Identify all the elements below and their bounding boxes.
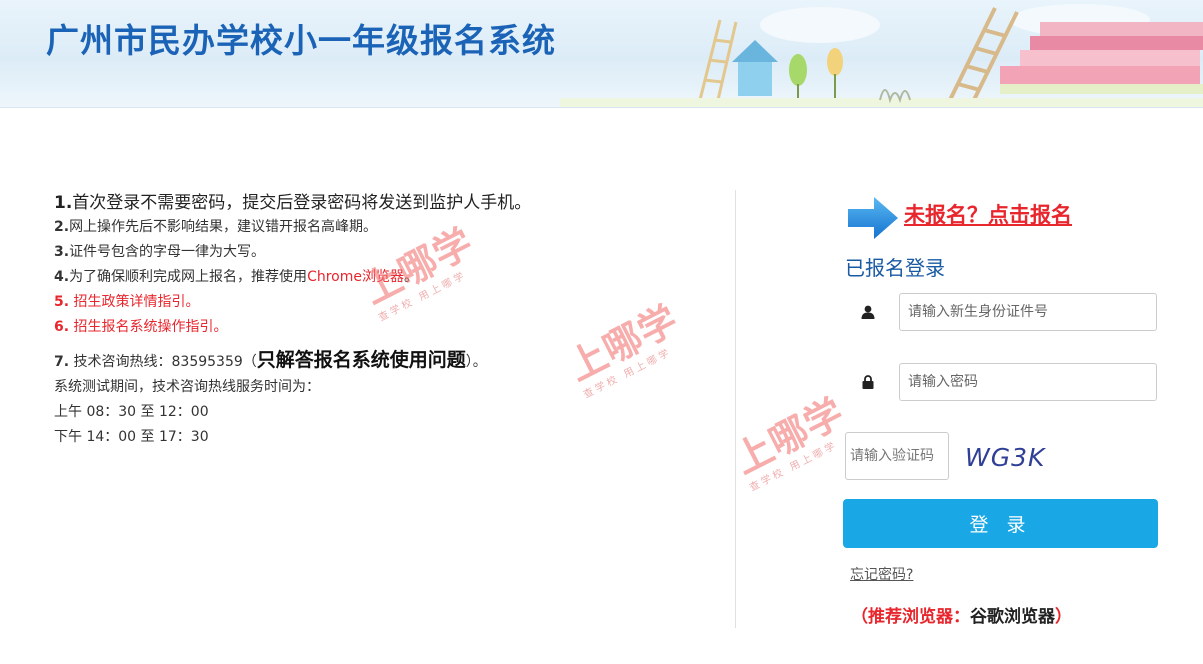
site-title: 广州市民办学校小一年级报名系统 [46,21,556,60]
chrome-browser-highlight: Chrome浏览器 [307,269,404,285]
notice-item-5: 5. 招生政策详情指引。 [54,294,200,310]
user-icon [845,293,891,331]
arrow-right-icon [848,197,898,239]
lock-icon [845,363,891,401]
signup-link[interactable]: 未报名？点击报名 [904,199,1072,229]
notice-item-1: 1.首次登录不需要密码，提交后登录密码将发送到监护人手机。 [54,193,532,213]
notice-item-4: 4.为了确保顺利完成网上报名，推荐使用Chrome浏览器。 [54,269,418,285]
forgot-password-link[interactable]: 忘记密码? [850,564,913,584]
login-title: 已报名登录 [845,256,945,280]
header-illustration [560,4,1203,107]
password-input[interactable] [899,363,1157,401]
notice-item-6: 6. 招生报名系统操作指引。 [54,319,228,335]
id-number-input[interactable] [899,293,1157,331]
service-hours-pm: 下午 14：00 至 17：30 [54,429,209,445]
watermark: 上哪学 查学校 用上哪学 [727,389,852,494]
service-hours-intro: 系统测试期间，技术咨询热线服务时间为： [54,379,320,395]
notice-item-2: 2.网上操作先后不影响结果，建议错开报名高峰期。 [54,219,378,235]
notice-panel: 1.首次登录不需要密码，提交后登录密码将发送到监护人手机。 2.网上操作先后不影… [54,192,694,453]
panel-divider [735,190,736,628]
notice-item-7: 7. 技术咨询热线：83595359（只解答报名系统使用问题）。 [54,349,487,371]
captcha-image[interactable]: WG3K [965,440,1057,474]
password-field [845,363,1157,401]
system-guide-link[interactable]: 招生报名系统操作指引 [74,319,214,335]
header-banner: 广州市民办学校小一年级报名系统 [0,0,1203,108]
captcha-input[interactable] [845,432,949,480]
hotline-scope-note: 只解答报名系统使用问题 [256,349,466,371]
service-hours-am: 上午 08：30 至 12：00 [54,404,209,420]
id-number-field [845,293,1157,331]
policy-guide-link[interactable]: 招生政策详情指引 [74,294,186,310]
browser-recommendation: （推荐浏览器：谷歌浏览器） [851,607,1072,627]
notice-item-3: 3.证件号包含的字母一律为大写。 [54,244,266,260]
login-button[interactable]: 登 录 [843,499,1158,548]
